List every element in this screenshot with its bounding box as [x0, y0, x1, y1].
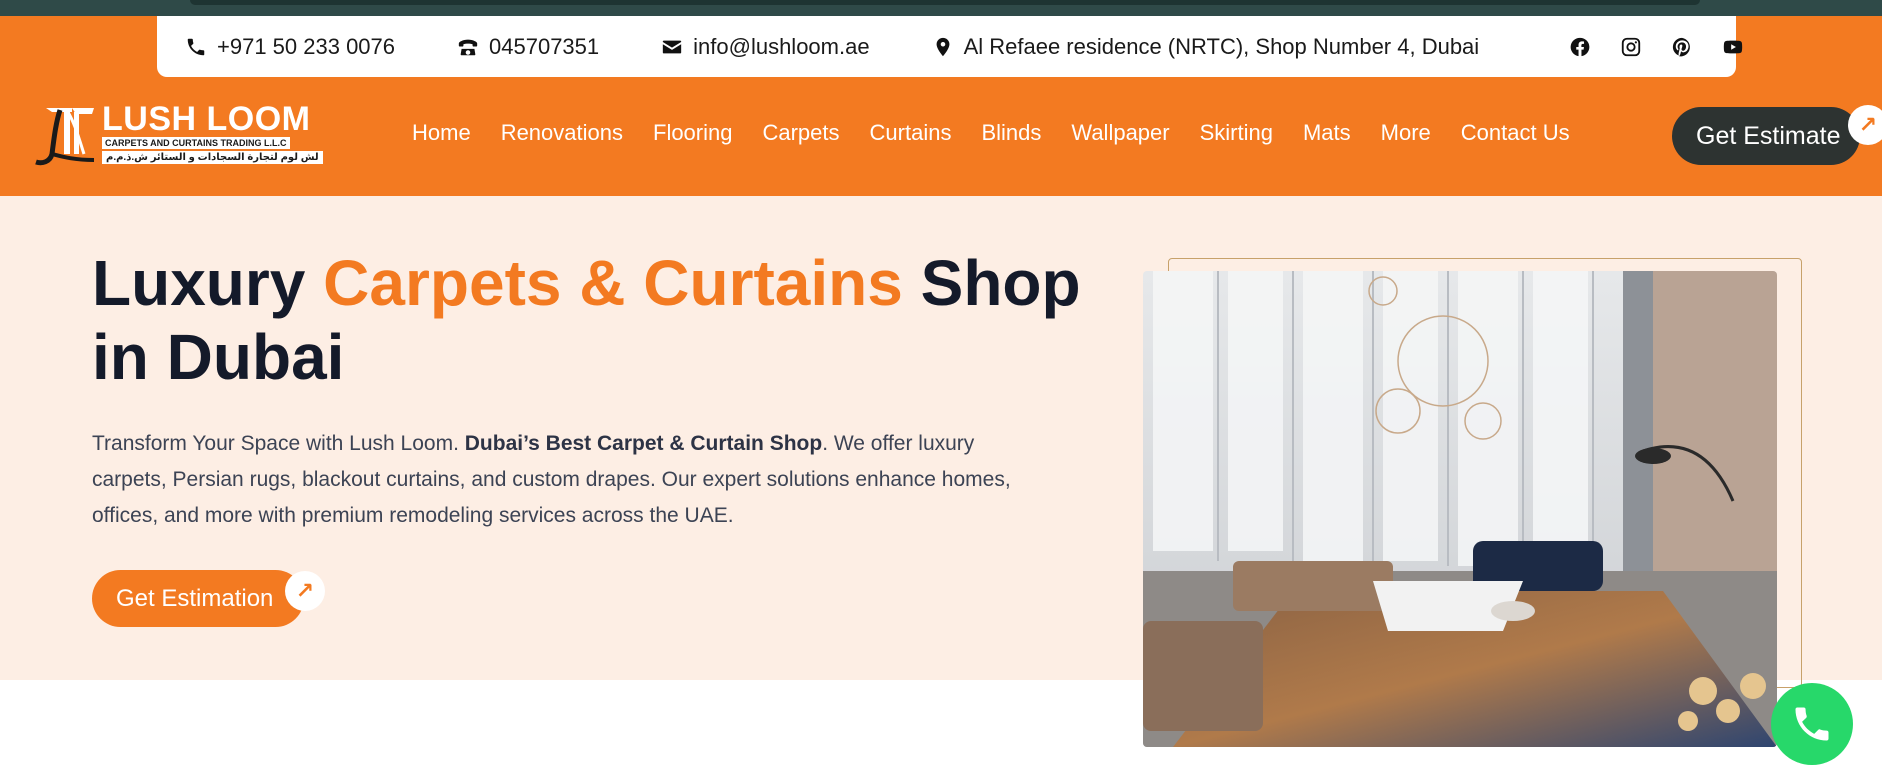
contact-address[interactable]: Al Refaee residence (NRTC), Shop Number … — [932, 33, 1480, 60]
hero-title-part1: Luxury — [92, 247, 324, 319]
top-strip — [0, 0, 1882, 16]
get-estimate-button[interactable]: Get Estimate — [1672, 107, 1860, 165]
youtube-icon[interactable] — [1721, 35, 1745, 59]
logo[interactable]: LUSH LOOM CARPETS AND CURTAINS TRADING L… — [32, 100, 323, 168]
top-strip-inner — [190, 0, 1700, 5]
nav-skirting[interactable]: Skirting — [1200, 120, 1273, 146]
arrow-up-right-icon[interactable]: ↗ — [1848, 105, 1882, 145]
contact-landline[interactable]: 045707351 — [457, 34, 599, 60]
contact-address-text: Al Refaee residence (NRTC), Shop Number … — [963, 33, 1480, 59]
contact-bar: +971 50 233 0076 045707351 info@lushloom… — [157, 16, 1743, 77]
main-nav: Home Renovations Flooring Carpets Curtai… — [412, 120, 1600, 146]
logo-mark-icon — [35, 108, 95, 166]
arrow-up-right-icon[interactable]: ↗ — [285, 571, 325, 611]
hero-description: Transform Your Space with Lush Loom. Dub… — [92, 426, 1052, 534]
call-button[interactable] — [1771, 683, 1853, 765]
location-pin-icon — [936, 37, 949, 56]
contact-email-text: info@lushloom.ae — [693, 33, 870, 59]
nav-renovations[interactable]: Renovations — [501, 120, 623, 146]
get-estimate-label: Get Estimate — [1696, 121, 1841, 150]
get-estimation-button[interactable]: Get Estimation — [92, 570, 304, 627]
hero-title-accent: Carpets & Curtains — [323, 247, 903, 319]
contact-email[interactable]: info@lushloom.ae — [661, 33, 870, 60]
contact-phone-text: +971 50 233 0076 — [217, 33, 396, 59]
hero-image — [1143, 271, 1777, 747]
nav-contact-us[interactable]: Contact Us — [1461, 120, 1570, 146]
hero-title: Luxury Carpets & Curtains Shop in Dubai — [92, 246, 1092, 394]
nav-wallpaper[interactable]: Wallpaper — [1071, 120, 1169, 146]
social-links — [1541, 35, 1745, 59]
phone-icon — [1795, 707, 1829, 741]
nav-home[interactable]: Home — [412, 120, 471, 146]
get-estimation-label: Get Estimation — [116, 584, 274, 612]
contact-phone[interactable]: +971 50 233 0076 — [185, 34, 395, 60]
hero-desc-part1: Transform Your Space with Lush Loom. — [92, 432, 465, 455]
nav-blinds[interactable]: Blinds — [981, 120, 1041, 146]
logo-brand: LUSH LOOM — [102, 100, 311, 138]
pinterest-icon[interactable] — [1670, 35, 1694, 59]
contact-landline-text: 045707351 — [489, 33, 600, 59]
telephone-icon — [458, 39, 478, 55]
phone-icon — [187, 38, 205, 55]
living-room-photo — [1143, 271, 1777, 747]
nav-flooring[interactable]: Flooring — [653, 120, 732, 146]
nav-curtains[interactable]: Curtains — [870, 120, 952, 146]
logo-arabic: لش لوم لتجارة السجادات و الستائر ش.ذ.م.م — [102, 151, 323, 164]
envelope-icon — [662, 40, 682, 53]
hero-desc-bold: Dubai’s Best Carpet & Curtain Shop — [464, 432, 823, 455]
nav-carpets[interactable]: Carpets — [762, 120, 839, 146]
nav-mats[interactable]: Mats — [1303, 120, 1351, 146]
instagram-icon[interactable] — [1619, 35, 1643, 59]
logo-tagline: CARPETS AND CURTAINS TRADING L.L.C — [102, 137, 290, 149]
facebook-icon[interactable] — [1568, 35, 1592, 59]
nav-more[interactable]: More — [1381, 120, 1431, 146]
